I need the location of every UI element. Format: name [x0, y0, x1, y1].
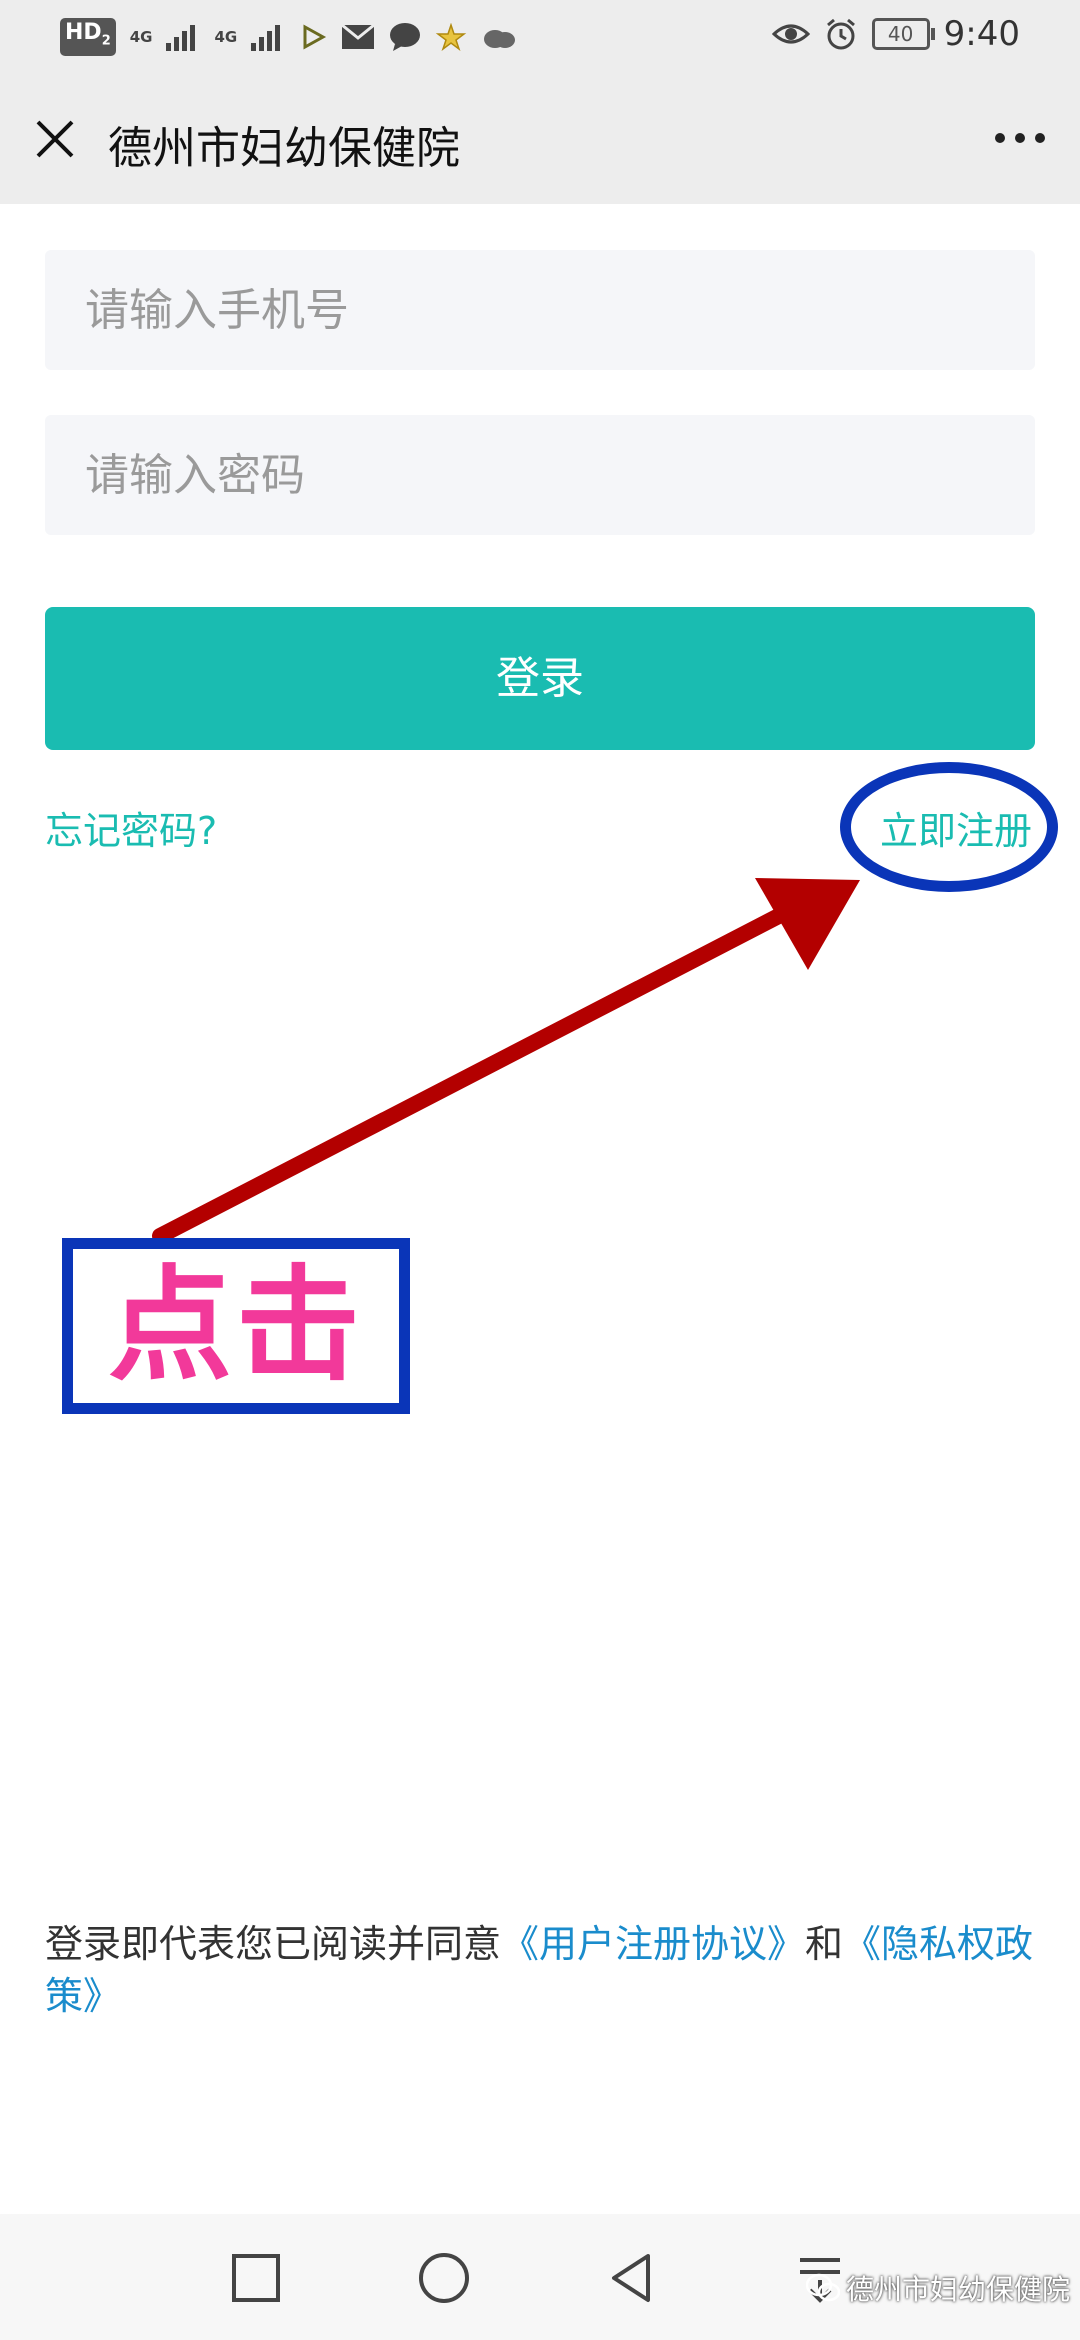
cloud-icon [484, 30, 516, 49]
watermark-text: 德州市妇幼保健院 [845, 2273, 1070, 2306]
close-icon [36, 120, 74, 158]
agreement-text: 登录即代表您已阅读并同意《用户注册协议》和《隐私权政策》 [45, 1918, 1035, 2022]
annotation-click-box: 点击 [62, 1238, 410, 1414]
more-dots-icon [995, 133, 1045, 143]
forgot-password-link[interactable]: 忘记密码? [45, 800, 217, 855]
home-button[interactable] [416, 2250, 472, 2306]
battery-level: 40 [887, 22, 914, 46]
network-label-1: 4G [129, 28, 153, 47]
password-input[interactable] [45, 415, 1035, 535]
alarm-icon [826, 18, 855, 50]
title-bar: 德州市妇幼保健院 [0, 72, 1080, 204]
close-button[interactable] [30, 114, 80, 164]
clock: 9:40 [943, 14, 1020, 54]
back-button[interactable] [604, 2250, 660, 2306]
page-title: 德州市妇幼保健院 [108, 123, 460, 174]
agreement-and: 和 [805, 1922, 844, 1966]
battery-icon: 40 [871, 18, 935, 50]
hd-badge: HD2 [60, 18, 116, 57]
status-bar: HD2 4G 4G 40 9:40 [0, 0, 1080, 72]
circle-icon [419, 2253, 469, 2303]
user-agreement-link[interactable]: 《用户注册协议》 [501, 1922, 805, 1966]
square-icon [232, 2254, 280, 2302]
network-label-2: 4G [214, 28, 238, 47]
status-bar-left: HD2 4G 4G [60, 18, 517, 57]
back-triangle-icon [612, 2254, 650, 2302]
more-button[interactable] [990, 116, 1050, 160]
annotation-ellipse [840, 762, 1058, 892]
phone-input[interactable] [45, 250, 1035, 370]
wechat-icon [805, 2273, 840, 2302]
status-bar-right: 40 9:40 [771, 14, 1020, 54]
agreement-prefix: 登录即代表您已阅读并同意 [45, 1922, 502, 1966]
star-notification-icon [435, 23, 467, 52]
signal-icon-2 [251, 25, 281, 52]
chat-bubble-icon [390, 23, 421, 52]
hd-sub: 2 [101, 33, 111, 49]
watermark: 德州市妇幼保健院 [805, 2268, 1070, 2308]
eye-icon [771, 24, 810, 44]
hd-label: HD [65, 20, 102, 45]
login-button[interactable]: 登录 [45, 607, 1035, 750]
mail-icon [341, 24, 376, 50]
recent-apps-button[interactable] [228, 2250, 284, 2306]
annotation-click-label: 点击 [107, 1254, 364, 1398]
play-notification-icon [303, 24, 327, 50]
signal-icon [166, 25, 196, 52]
